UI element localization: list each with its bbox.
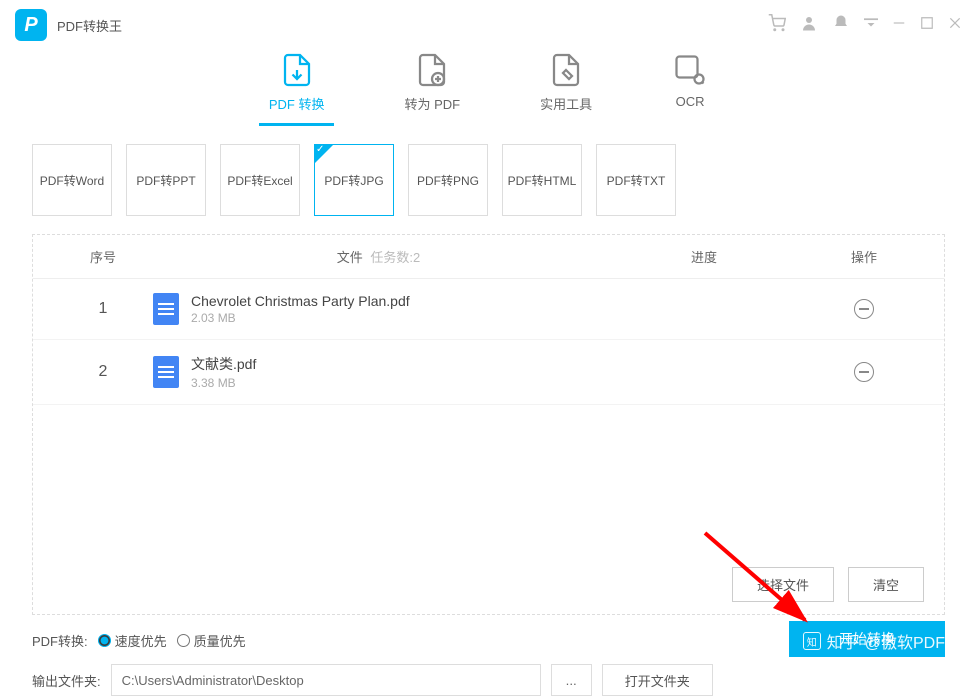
panel-actions: 选择文件 清空 [33,555,944,614]
close-icon[interactable] [948,16,962,35]
tab-label: 转为 PDF [404,94,460,113]
browse-folder-button[interactable]: ... [551,664,592,696]
app-logo-icon: P [15,9,47,41]
row-index: 1 [53,300,153,318]
app-branding: P PDF转换王 [15,9,122,41]
app-title: PDF转换王 [57,16,122,35]
tile-pdf-to-html[interactable]: PDF转HTML [502,144,582,216]
open-folder-button[interactable]: 打开文件夹 [602,664,713,696]
col-file: 文件 任务数:2 [153,247,604,266]
col-index: 序号 [53,247,153,266]
titlebar: P PDF转换王 [0,0,977,50]
maximize-icon[interactable] [920,16,934,35]
tile-pdf-to-word[interactable]: PDF转Word [32,144,112,216]
file-cell: 文献类.pdf 3.38 MB [153,354,604,390]
remove-file-button[interactable] [854,362,874,382]
tile-pdf-to-png[interactable]: PDF转PNG [408,144,488,216]
pdf-file-icon [153,293,179,325]
conversion-tiles: PDF转Word PDF转PPT PDF转Excel PDF转JPG PDF转P… [0,126,977,216]
radio-quality-priority[interactable]: 质量优先 [177,631,246,650]
row-index: 2 [53,363,153,381]
menu-dropdown-icon[interactable] [864,16,878,35]
file-list-panel: 序号 文件 任务数:2 进度 操作 1 Chevrolet Christmas … [32,234,945,615]
tab-label: 实用工具 [540,94,592,113]
file-cell: Chevrolet Christmas Party Plan.pdf 2.03 … [153,293,604,325]
task-count: 任务数:2 [370,250,420,265]
minimize-icon[interactable] [892,16,906,35]
main-tabs: PDF 转换 转为 PDF 实用工具 OCR [0,50,977,126]
clear-files-button[interactable]: 清空 [848,567,924,602]
cart-icon[interactable] [768,14,786,37]
file-size: 3.38 MB [191,376,256,390]
tile-pdf-to-ppt[interactable]: PDF转PPT [126,144,206,216]
col-action: 操作 [804,247,924,266]
bell-icon[interactable] [832,14,850,37]
tile-pdf-to-excel[interactable]: PDF转Excel [220,144,300,216]
radio-speed-priority[interactable]: 速度优先 [98,631,167,650]
document-add-icon [414,52,450,88]
file-name: 文献类.pdf [191,354,256,374]
image-search-icon [672,52,708,88]
col-progress: 进度 [604,247,804,266]
file-size: 2.03 MB [191,311,410,325]
tab-ocr[interactable]: OCR [662,52,718,126]
pdf-file-icon [153,356,179,388]
table-header: 序号 文件 任务数:2 进度 操作 [33,235,944,279]
tab-to-pdf[interactable]: 转为 PDF [394,52,470,126]
tab-tools[interactable]: 实用工具 [530,52,602,126]
setting-label: 输出文件夹: [32,671,101,690]
user-icon[interactable] [800,14,818,37]
document-convert-icon [279,52,315,88]
start-convert-button[interactable]: 开始转换 [789,621,945,657]
tab-label: OCR [676,94,705,109]
document-hand-icon [548,52,584,88]
select-files-button[interactable]: 选择文件 [732,567,834,602]
table-row: 1 Chevrolet Christmas Party Plan.pdf 2.0… [33,279,944,340]
tile-pdf-to-txt[interactable]: PDF转TXT [596,144,676,216]
setting-label: PDF转换: [32,631,88,650]
tab-pdf-convert[interactable]: PDF 转换 [259,52,335,126]
tab-label: PDF 转换 [269,94,325,113]
output-path-row: 输出文件夹: ... 打开文件夹 [32,664,945,696]
drop-zone[interactable] [33,405,944,555]
output-path-input[interactable] [111,664,541,696]
file-name: Chevrolet Christmas Party Plan.pdf [191,293,410,309]
remove-file-button[interactable] [854,299,874,319]
titlebar-actions [768,14,962,37]
table-row: 2 文献类.pdf 3.38 MB [33,340,944,405]
tile-pdf-to-jpg[interactable]: PDF转JPG [314,144,394,216]
